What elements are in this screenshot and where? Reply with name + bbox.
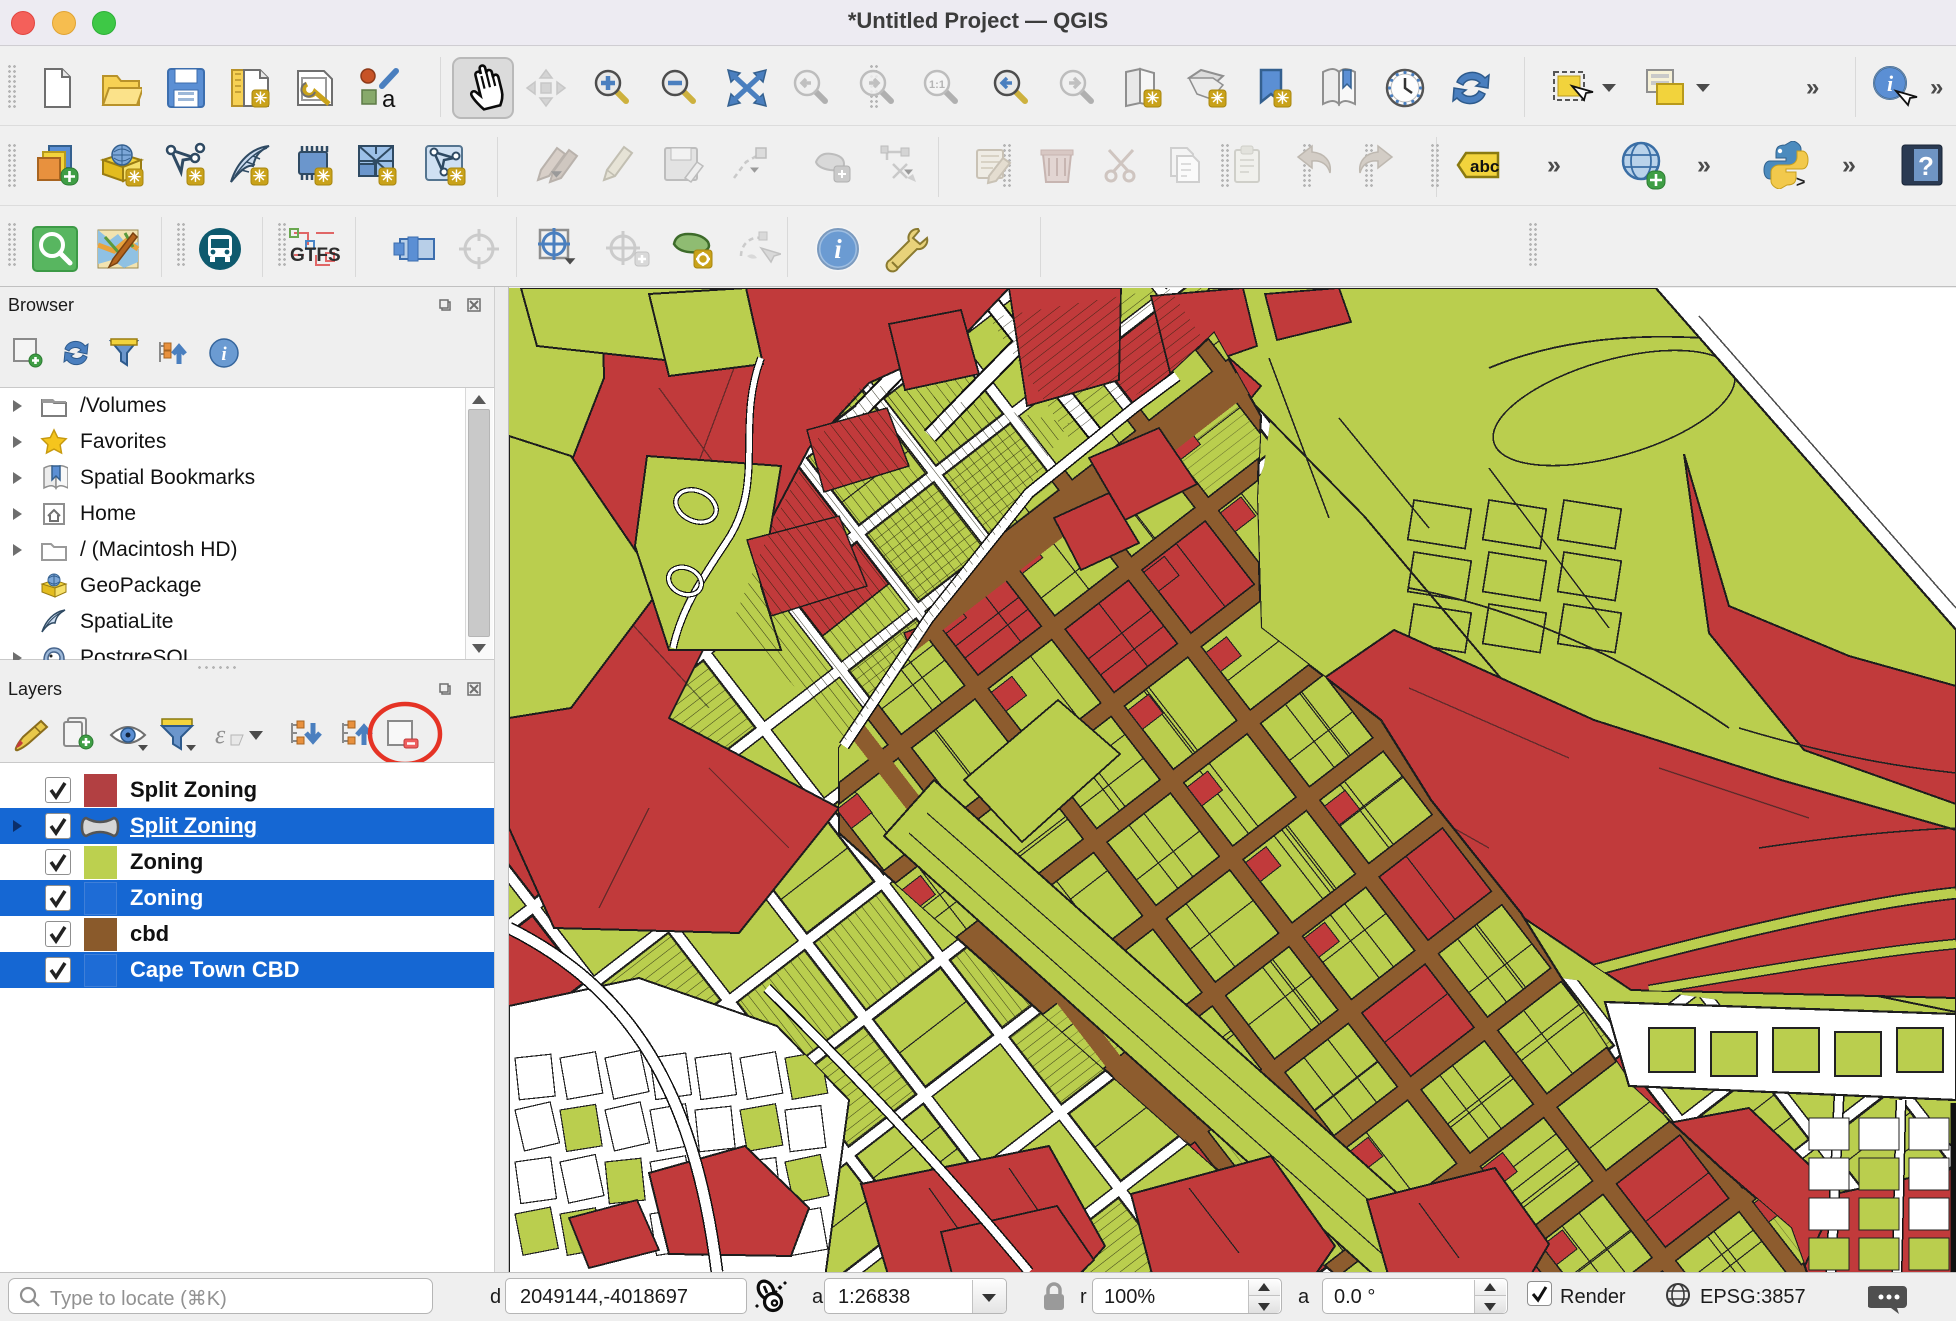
svg-text:GTFS: GTFS [290, 245, 341, 266]
svg-text:✳: ✳ [317, 167, 331, 185]
svg-text:»: » [1547, 151, 1561, 179]
svg-text:i: i [834, 234, 842, 264]
svg-text:✳: ✳ [1146, 89, 1160, 107]
svg-text:✳: ✳ [189, 167, 203, 185]
svg-text:✳: ✳ [1211, 89, 1225, 107]
svg-text:✳: ✳ [253, 167, 267, 185]
svg-text:»: » [1806, 74, 1819, 101]
svg-text:?: ? [1918, 151, 1934, 181]
svg-text:>: > [1796, 174, 1805, 189]
svg-text:✳: ✳ [1276, 89, 1290, 107]
svg-text:abc: abc [1470, 157, 1499, 176]
svg-text:i: i [221, 344, 227, 365]
svg-text:✳: ✳ [381, 167, 395, 185]
svg-text:»: » [1842, 151, 1856, 179]
svg-text:✳: ✳ [450, 167, 464, 185]
svg-text:✳: ✳ [254, 89, 268, 107]
svg-text:i: i [1887, 71, 1894, 96]
svg-text:✳: ✳ [128, 168, 142, 186]
svg-text:1:1: 1:1 [929, 79, 945, 91]
svg-text:»: » [1697, 151, 1711, 179]
svg-text:»: » [1930, 74, 1943, 101]
svg-text:ε: ε [215, 720, 226, 749]
svg-text:a: a [382, 86, 396, 110]
